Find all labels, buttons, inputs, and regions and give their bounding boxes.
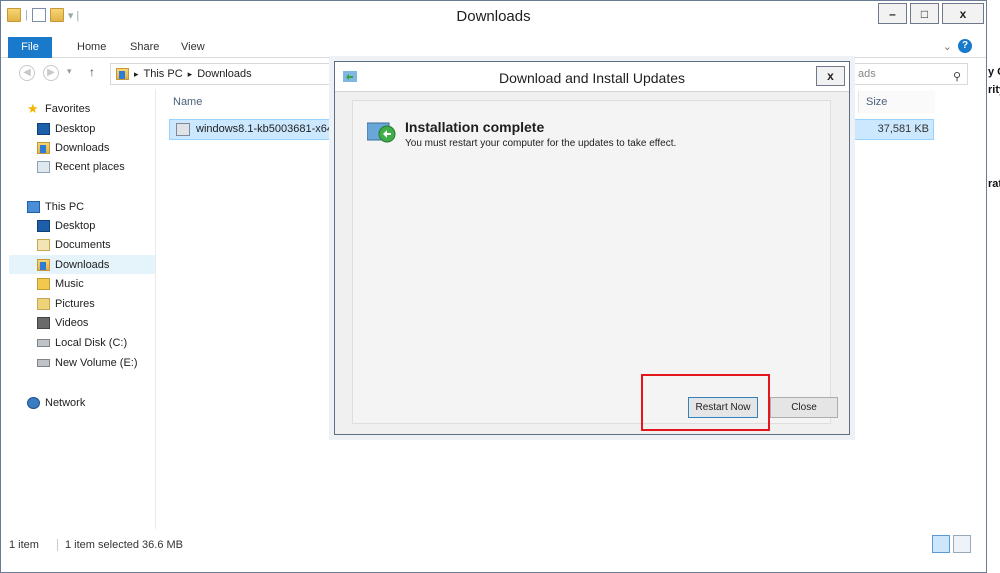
recent-places-icon	[37, 160, 50, 173]
status-bar: 1 item 1 item selected 36.6 MB	[1, 534, 986, 556]
restart-now-button[interactable]: Restart Now	[688, 397, 758, 418]
up-icon[interactable]: ↑	[89, 65, 95, 79]
selection-info: 1 item selected 36.6 MB	[57, 539, 183, 551]
breadcrumb-this-pc[interactable]: This PC	[144, 68, 183, 80]
column-size[interactable]: Size	[858, 91, 935, 113]
navigation-pane: ★ Favorites Desktop Downloads Recent pla…	[1, 89, 156, 529]
column-name[interactable]: Name	[166, 91, 346, 113]
update-complete-icon	[367, 122, 396, 143]
star-icon: ★	[27, 100, 39, 116]
desktop-icon	[37, 122, 50, 135]
item-count: 1 item	[9, 539, 39, 551]
breadcrumb-separator: ▸	[134, 68, 139, 79]
installer-file-icon	[176, 123, 190, 136]
restart-message: You must restart your computer for the u…	[405, 138, 677, 149]
search-placeholder: ads	[858, 68, 876, 80]
forward-icon[interactable]: ▶	[43, 65, 59, 81]
desktop-icon	[37, 219, 50, 232]
expand-ribbon-icon[interactable]: ⌄	[943, 40, 952, 53]
installation-heading: Installation complete	[405, 119, 545, 135]
tab-home[interactable]: Home	[77, 37, 106, 58]
window-title: Downloads	[456, 8, 531, 25]
nav-local-disk[interactable]: Local Disk (C:)	[37, 333, 127, 352]
install-updates-dialog: Download and Install Updates x Installat…	[334, 61, 850, 435]
nav-videos[interactable]: Videos	[37, 313, 88, 332]
title-bar: | ▾ | Downloads – □ x	[1, 1, 986, 31]
nav-network[interactable]: Network	[27, 393, 85, 412]
background-text-fragment: rati	[988, 178, 1000, 190]
drive-icon	[37, 358, 50, 367]
nav-music[interactable]: Music	[37, 274, 84, 293]
nav-downloads[interactable]: Downloads	[9, 255, 155, 274]
nav-pictures[interactable]: Pictures	[37, 294, 95, 313]
nav-desktop[interactable]: Desktop	[37, 216, 95, 235]
tab-file[interactable]: File	[8, 37, 52, 58]
tab-share[interactable]: Share	[130, 37, 159, 58]
music-icon	[37, 277, 50, 290]
computer-icon	[27, 200, 40, 213]
documents-icon	[37, 238, 50, 251]
dialog-title: Download and Install Updates	[498, 70, 685, 86]
background-text-fragment: y C	[988, 66, 1000, 78]
dialog-title-bar: Download and Install Updates x	[335, 62, 849, 92]
tab-view[interactable]: View	[181, 37, 205, 58]
ribbon-tabs: File Home Share View ⌄ ?	[1, 37, 986, 58]
nav-documents[interactable]: Documents	[37, 235, 111, 254]
file-name: windows8.1-kb5003681-x64_b	[196, 123, 336, 135]
background-text-fragment: rity	[988, 84, 1000, 96]
file-size: 37,581 KB	[877, 123, 929, 135]
dialog-content: Installation complete You must restart y…	[352, 100, 838, 424]
nav-favorites-desktop[interactable]: Desktop	[37, 119, 95, 138]
details-view-icon[interactable]	[932, 535, 950, 553]
downloads-folder-icon	[116, 68, 129, 80]
hard-drive-icon	[37, 338, 50, 347]
dialog-close-button[interactable]: x	[816, 66, 845, 86]
nav-favorites-downloads[interactable]: Downloads	[37, 138, 109, 157]
maximize-button[interactable]: □	[910, 3, 939, 24]
videos-icon	[37, 316, 50, 329]
window-controls: – □ x	[878, 3, 984, 24]
downloads-icon	[37, 258, 50, 271]
minimize-button[interactable]: –	[878, 3, 907, 24]
downloads-icon	[37, 141, 50, 154]
close-button[interactable]: x	[942, 3, 984, 24]
breadcrumb-downloads[interactable]: Downloads	[197, 68, 251, 80]
network-icon	[27, 396, 40, 409]
nav-new-volume[interactable]: New Volume (E:)	[37, 353, 138, 372]
close-dialog-button[interactable]: Close	[770, 397, 838, 418]
breadcrumb-separator: ▸	[187, 68, 193, 79]
help-icon[interactable]: ?	[958, 39, 972, 53]
large-icons-view-icon[interactable]	[953, 535, 971, 553]
search-icon[interactable]: ⚲	[953, 67, 961, 87]
nav-this-pc[interactable]: This PC	[27, 197, 84, 216]
recent-locations-icon[interactable]: ▾	[67, 66, 72, 77]
back-icon[interactable]: ◀	[19, 65, 35, 81]
nav-recent-places[interactable]: Recent places	[37, 157, 125, 176]
nav-favorites[interactable]: ★ Favorites	[27, 99, 90, 118]
pictures-icon	[37, 297, 50, 310]
